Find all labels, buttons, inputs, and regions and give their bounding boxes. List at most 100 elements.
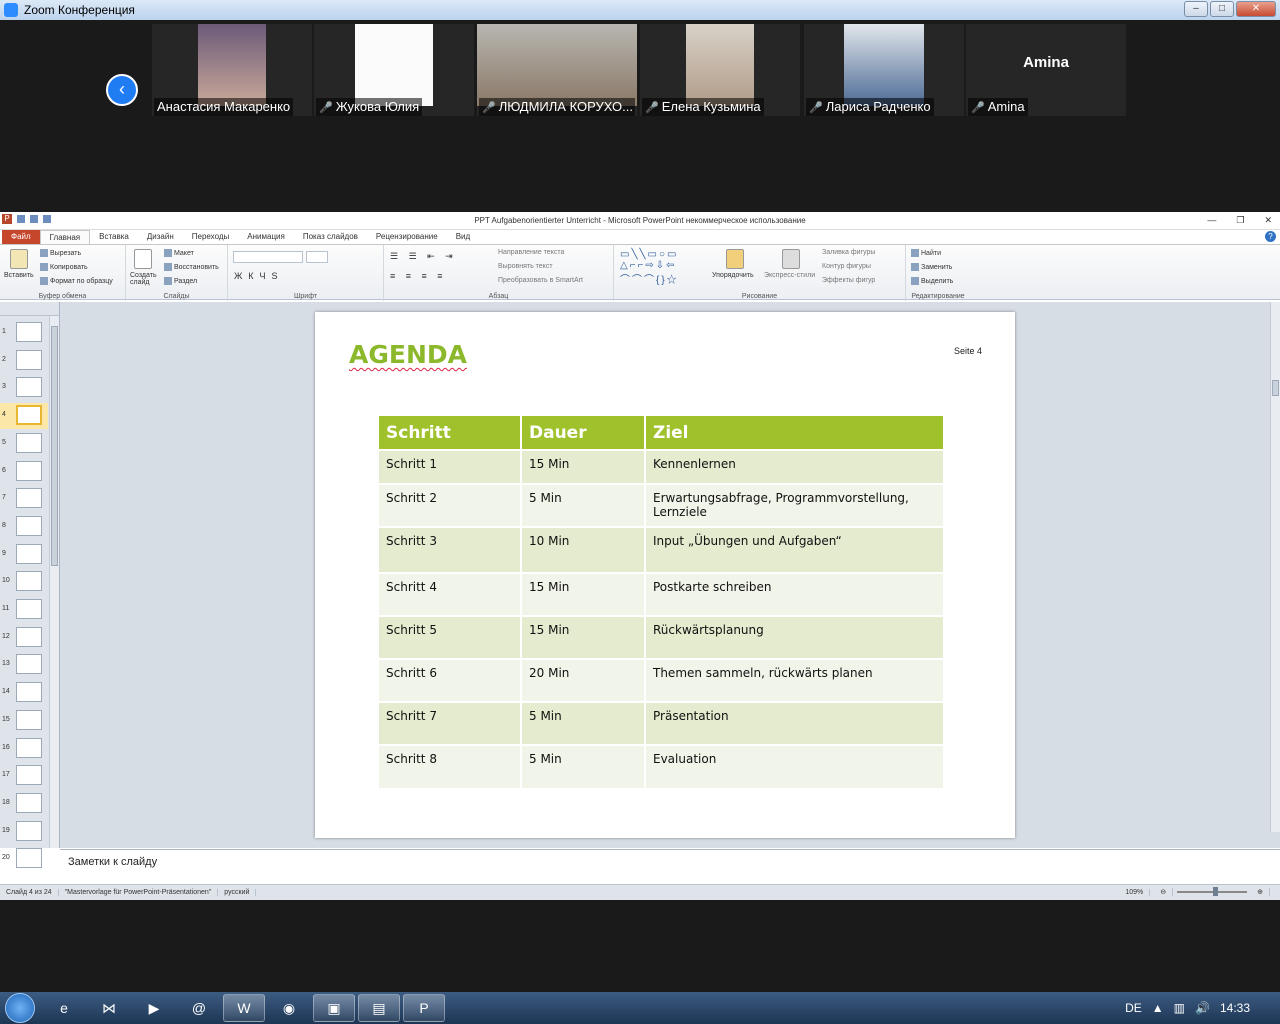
tab-insert[interactable]: Вставка (90, 230, 138, 244)
ppt-restore-button[interactable]: ❐ (1236, 215, 1244, 226)
align-buttons[interactable]: ≡ ≡ ≡ ≡ (390, 271, 447, 281)
show-hidden-icons-icon[interactable]: ▲ (1152, 1001, 1164, 1015)
start-button[interactable] (0, 992, 40, 1024)
slide-thumbnail[interactable]: 1 (0, 320, 48, 346)
slide-thumbnail[interactable]: 9 (0, 542, 48, 568)
ppt-close-button[interactable]: ✕ (1264, 215, 1272, 226)
chrome-icon[interactable]: ◉ (268, 994, 310, 1022)
slide-thumbnail[interactable]: 2 (0, 348, 48, 374)
arrange-button[interactable]: Упорядочить (712, 272, 754, 279)
participant-tile[interactable]: Анастасия Макаренко (152, 24, 312, 116)
replace-button[interactable]: Заменить (911, 263, 952, 271)
tab-home[interactable]: Главная (39, 230, 91, 244)
layout-button[interactable]: Макет (164, 249, 194, 257)
align-text-button[interactable]: Выровнять текст (498, 263, 553, 270)
participant-tile[interactable]: 🎤 ЛЮДМИЛА КОРУХО... (477, 24, 637, 116)
scroll-thumb[interactable] (51, 326, 58, 566)
slide-thumbnail[interactable]: 12 (0, 625, 48, 651)
slide-thumbnail[interactable]: 4 (0, 403, 48, 430)
word-icon[interactable]: W (223, 994, 265, 1022)
tab-transitions[interactable]: Переходы (183, 230, 239, 244)
cut-button[interactable]: Вырезать (40, 249, 81, 257)
zoom-taskbar-icon[interactable]: ▣ (313, 994, 355, 1022)
font-format-buttons[interactable]: ЖКЧS (234, 271, 284, 281)
network-icon[interactable]: ▥ (1174, 1001, 1185, 1015)
slide-thumbnail[interactable]: 19 (0, 819, 48, 845)
tab-view[interactable]: Вид (447, 230, 479, 244)
slide-thumbnail[interactable]: 8 (0, 514, 48, 540)
media-player-icon[interactable]: ▶ (133, 994, 175, 1022)
font-name-box[interactable] (233, 251, 303, 263)
keyboard-language[interactable]: DE (1125, 1001, 1142, 1015)
zoom-in-icon[interactable]: ⊕ (1257, 888, 1270, 896)
slide-thumbnail[interactable]: 7 (0, 486, 48, 512)
minimize-button[interactable]: – (1184, 1, 1208, 17)
slide-canvas[interactable]: AGENDA Seite 4 Schritt Dauer Ziel Schrit… (315, 312, 1015, 838)
close-button[interactable]: ✕ (1236, 1, 1276, 17)
slide-thumbnail[interactable]: 18 (0, 791, 48, 817)
maximize-button[interactable]: □ (1210, 1, 1234, 17)
slide-thumbnail[interactable]: 13 (0, 652, 48, 678)
arrange-icon[interactable] (726, 249, 744, 269)
slide-scrollbar[interactable] (1270, 302, 1280, 832)
undo-icon[interactable] (30, 215, 38, 223)
zoom-out-icon[interactable]: ⊖ (1160, 888, 1174, 896)
slide-thumbnail[interactable]: 5 (0, 431, 48, 457)
slide-thumbnail[interactable]: 6 (0, 459, 48, 485)
quick-styles-icon[interactable] (782, 249, 800, 269)
quick-styles-button[interactable]: Экспресс-стили (764, 272, 815, 279)
notes-pane[interactable]: Заметки к слайду (60, 849, 1280, 889)
list-buttons[interactable]: ☰ ☰ ⇤ ⇥ (390, 251, 457, 262)
internet-explorer-icon[interactable]: e (43, 994, 85, 1022)
slide-thumbnail[interactable]: 3 (0, 375, 48, 401)
paste-icon[interactable] (10, 249, 28, 269)
tab-design[interactable]: Дизайн (138, 230, 183, 244)
copy-button[interactable]: Копировать (40, 263, 88, 271)
smartart-button[interactable]: Преобразовать в SmartArt (498, 277, 583, 284)
find-button[interactable]: Найти (911, 249, 941, 257)
clock[interactable]: 14:33 (1220, 1001, 1250, 1015)
participant-tile[interactable]: 🎤 Елена Кузьмина (640, 24, 800, 116)
visual-studio-icon[interactable]: ⋈ (88, 994, 130, 1022)
slide-thumbnail[interactable]: 14 (0, 680, 48, 706)
tab-file[interactable]: Файл (2, 230, 40, 244)
chevron-left-icon[interactable]: ‹ (106, 74, 138, 106)
ppt-minimize-button[interactable]: — (1207, 215, 1216, 226)
tab-animations[interactable]: Анимация (238, 230, 294, 244)
mail-app-icon[interactable]: @ (178, 994, 220, 1022)
slide-thumbnail[interactable]: 15 (0, 708, 48, 734)
powerpoint-taskbar-icon[interactable]: P (403, 994, 445, 1022)
save-icon[interactable] (17, 215, 25, 223)
participant-tile[interactable]: 🎤 Лариса Радченко (804, 24, 964, 116)
new-slide-button[interactable]: Создать слайд (130, 272, 162, 286)
language-indicator[interactable]: русский (224, 889, 257, 896)
new-slide-icon[interactable] (134, 249, 152, 269)
slide-title[interactable]: AGENDA (349, 340, 467, 369)
shapes-gallery[interactable]: ▭╲╲▭○▭ △⌐⌐⇨⇩⇦ ⌒⌒⌒{}☆ (620, 249, 679, 286)
slide-thumbnail[interactable]: 11 (0, 597, 48, 623)
reset-button[interactable]: Восстановить (164, 263, 219, 271)
section-button[interactable]: Раздел (164, 277, 197, 285)
tab-review[interactable]: Рецензирование (367, 230, 447, 244)
help-icon[interactable]: ? (1265, 231, 1276, 242)
zoom-slider-handle[interactable] (1213, 887, 1219, 896)
zoom-slider[interactable] (1177, 887, 1248, 896)
select-button[interactable]: Выделить (911, 277, 953, 285)
slide-thumbnail[interactable]: 16 (0, 736, 48, 762)
zoom-level[interactable]: 109% (1125, 888, 1151, 896)
shape-effects-button[interactable]: Эффекты фигур (822, 277, 875, 284)
participant-tile[interactable]: Amina 🎤 Amina (966, 24, 1126, 116)
participant-tile[interactable]: 🎤 Жукова Юлия (314, 24, 474, 116)
explorer-icon[interactable]: ▤ (358, 994, 400, 1022)
redo-icon[interactable] (43, 215, 51, 223)
slide-thumbnail[interactable]: 20 (0, 846, 48, 872)
volume-icon[interactable]: 🔊 (1195, 1001, 1210, 1015)
slide-thumbnail[interactable]: 10 (0, 569, 48, 595)
font-size-box[interactable] (306, 251, 328, 263)
thumbnail-scrollbar[interactable] (49, 316, 59, 848)
format-painter-button[interactable]: Формат по образцу (40, 277, 113, 285)
agenda-table[interactable]: Schritt Dauer Ziel Schritt 1 15 Min Kennen… (379, 416, 943, 788)
shape-fill-button[interactable]: Заливка фигуры (822, 249, 875, 256)
scroll-thumb[interactable] (1272, 380, 1279, 396)
shape-outline-button[interactable]: Контур фигуры (822, 263, 871, 270)
